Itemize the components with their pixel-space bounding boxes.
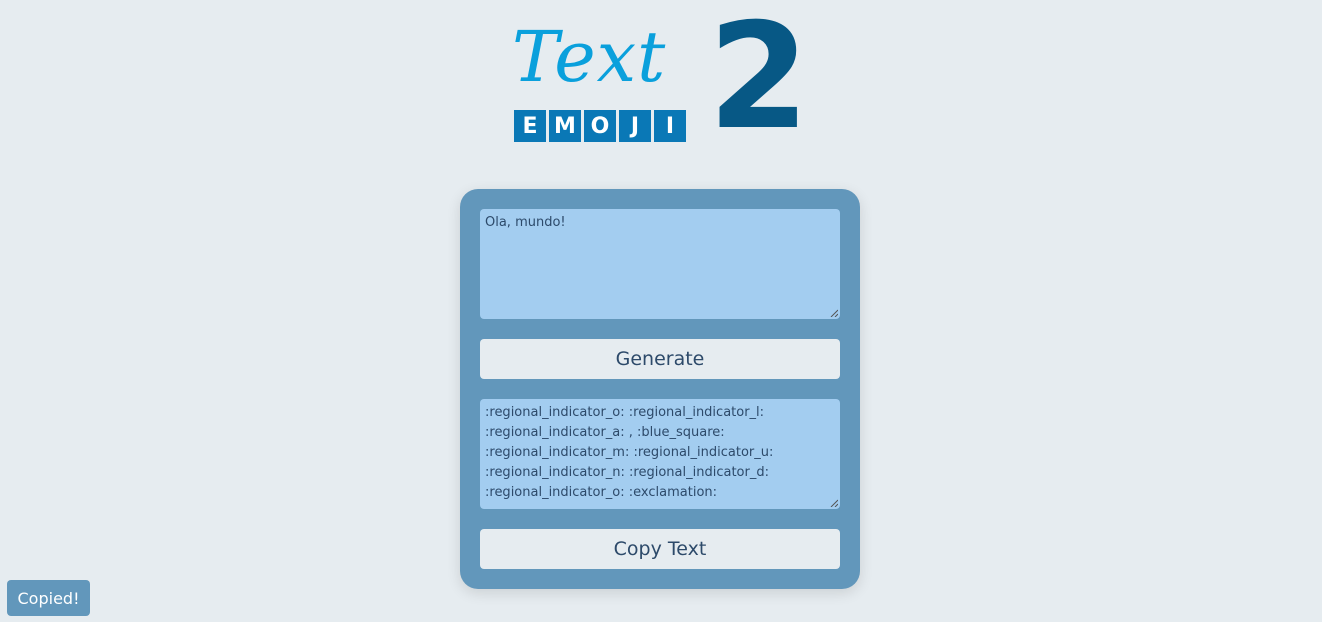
logo-tile: J	[619, 110, 651, 142]
emoji-output[interactable]: :regional_indicator_o: :regional_indicat…	[480, 399, 840, 509]
logo-tile: O	[584, 110, 616, 142]
text-input-value: Ola, mundo!	[485, 215, 566, 230]
logo-tile: I	[654, 110, 686, 142]
resize-grip-icon[interactable]	[830, 309, 838, 317]
logo: Text 2 E M O J I	[510, 4, 810, 150]
logo-number: 2	[708, 0, 810, 162]
logo-tile: E	[514, 110, 546, 142]
resize-grip-icon[interactable]	[830, 499, 838, 507]
logo-word: Text	[512, 16, 667, 98]
copy-text-button[interactable]: Copy Text	[480, 529, 840, 569]
logo-tile: M	[549, 110, 581, 142]
emoji-output-value: :regional_indicator_o: :regional_indicat…	[485, 405, 774, 500]
converter-card: Ola, mundo! Generate :regional_indicator…	[460, 189, 860, 589]
logo-tiles: E M O J I	[514, 110, 686, 142]
text-input[interactable]: Ola, mundo!	[480, 209, 840, 319]
copied-toast: Copied!	[7, 580, 90, 616]
generate-button[interactable]: Generate	[480, 339, 840, 379]
